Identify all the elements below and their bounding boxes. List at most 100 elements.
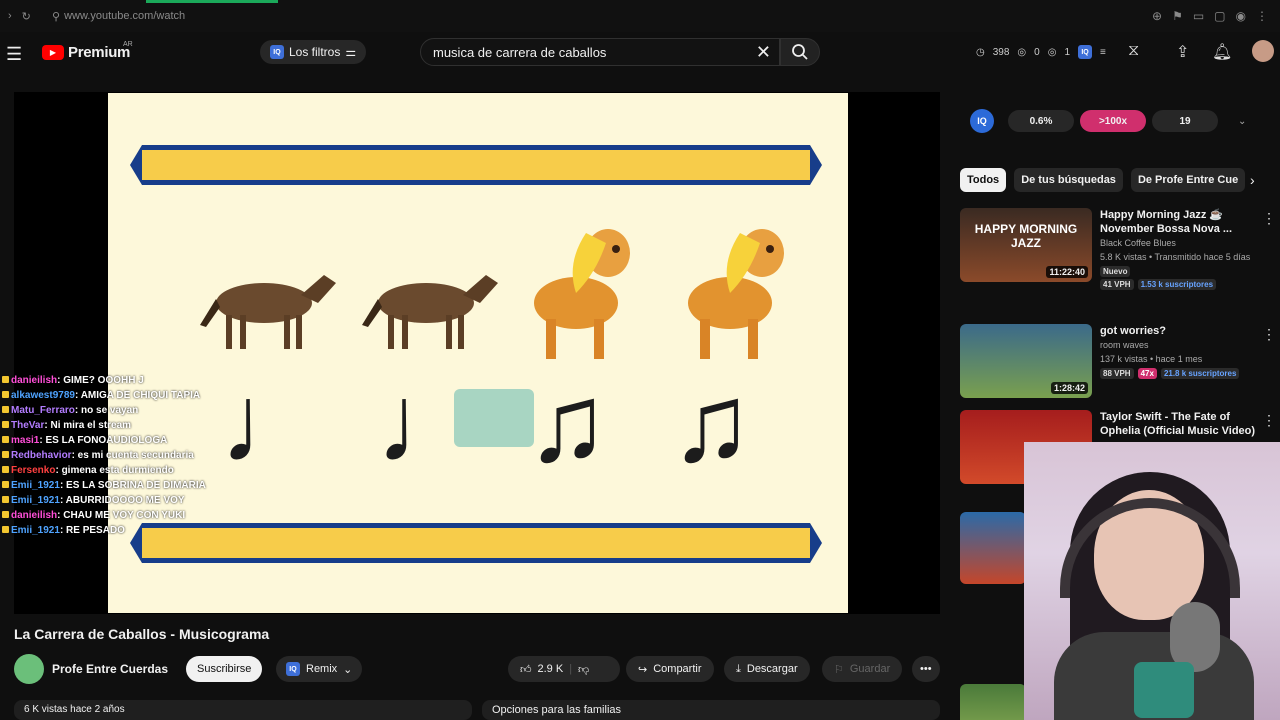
search-button[interactable] (780, 38, 820, 66)
clock-icon: ◷ (976, 46, 985, 58)
logo-region: AR (123, 41, 133, 48)
suggestion-title[interactable]: Taylor Swift - The Fate of Ophelia (Offi… (1100, 410, 1260, 438)
profile-icon[interactable]: ◉ (1236, 9, 1246, 23)
share-button[interactable]: ↪ Compartir (626, 656, 714, 682)
chat-username: Emii_1921 (11, 480, 60, 491)
eye-icon: ◎ (1017, 46, 1027, 58)
chip-todos[interactable]: Todos (960, 168, 1007, 192)
chat-username: Matu_Ferraro (11, 405, 75, 416)
eye2-icon: ◎ (1047, 46, 1057, 58)
search-input[interactable]: musica de carrera de caballos ✕ (420, 38, 780, 66)
video-thumbnail[interactable] (960, 512, 1026, 584)
multiplier-badge: 47x (1137, 368, 1157, 379)
chat-text: : CHAU ME VOY CON YUKI (57, 510, 186, 521)
window-icon[interactable]: ▢ (1214, 9, 1225, 23)
browser-icons: ⊕ ⚑ ▭ ▢ ◉ ⋮ (1152, 9, 1268, 23)
divider: | (569, 663, 573, 675)
description-box[interactable]: 6 K vistas hace 2 años (14, 700, 472, 720)
youtube-logo[interactable]: ▶ Premium (42, 44, 130, 61)
suggestion-title[interactable]: Happy Morning Jazz ☕ November Bossa Nova… (1100, 208, 1260, 236)
more-options-icon[interactable]: ⋮ (1262, 326, 1276, 343)
chat-username: Redbehavior (11, 450, 72, 461)
suggestion-title[interactable]: got worries? (1100, 324, 1260, 338)
thumbs-up-icon[interactable]: 👍︎ (520, 663, 532, 676)
active-tab-indicator (146, 0, 278, 3)
video-thumbnail[interactable] (960, 684, 1026, 720)
download-button[interactable]: ⤓ Descargar (724, 656, 810, 682)
like-dislike-group[interactable]: 👍︎ 2.9 K | 👎︎ (508, 656, 620, 682)
chip-channel[interactable]: De Profe Entre Cue (1130, 168, 1246, 192)
clear-search-icon[interactable]: ✕ (756, 42, 771, 63)
chat-badge-icon (2, 481, 9, 488)
pony-icon (534, 229, 630, 359)
suggested-video[interactable]: 1:28:42 got worries? room waves 137 k vi… (960, 324, 1270, 398)
video-title: La Carrera de Caballos - Musicograma (14, 626, 270, 642)
address-bar[interactable]: www.youtube.com/watch (64, 10, 185, 22)
more-options-icon[interactable]: ⋮ (1262, 412, 1276, 429)
subs-badge: 1.53 k suscriptores (1137, 279, 1217, 290)
cast-icon[interactable]: ▭ (1193, 9, 1204, 23)
iq-ext-icon[interactable]: IQ (1078, 45, 1093, 59)
reload-icon[interactable]: ↻ (22, 10, 31, 23)
notifications-bell-icon[interactable]: 🔔︎ (1212, 42, 1232, 62)
suggested-video[interactable]: HAPPY MORNING JAZZ 11:22:40 Happy Mornin… (960, 208, 1270, 290)
chat-text: : Ni mira el stream (44, 420, 132, 431)
chat-text: : gimena esta durmiendo (55, 465, 174, 476)
more-options-icon[interactable]: ⋮ (1262, 210, 1276, 227)
subscribe-button[interactable]: Suscribirse (186, 656, 263, 682)
remix-button[interactable]: IQ Remix ⌄ (276, 656, 363, 682)
suggestion-channel[interactable]: Black Coffee Blues (1100, 236, 1260, 250)
account-avatar[interactable] (1252, 40, 1274, 62)
save-button[interactable]: ⚐ Guardar (822, 656, 903, 682)
quarter-note-icon: ♩ (220, 362, 330, 485)
chat-message: masi1: ES LA FONOAUDIOLOGA (2, 434, 208, 447)
chat-badge-icon (2, 436, 9, 443)
hamburger-menu-icon[interactable]: ☰ (6, 44, 22, 65)
iq-logo[interactable]: IQ (970, 109, 994, 133)
more-actions-button[interactable]: ••• (912, 656, 940, 682)
chat-text: : ABURRIDOOOO ME VOY (59, 495, 185, 506)
search-value: musica de carrera de caballos (433, 44, 607, 60)
list-icon[interactable]: ≡ (1100, 47, 1106, 58)
upload-icon[interactable]: ⇪ (1176, 42, 1189, 62)
top-banner (130, 145, 822, 185)
eighth-notes-icon: ♫ (526, 362, 609, 485)
zoom-icon[interactable]: ⊕ (1152, 9, 1162, 23)
webcam-overlay (1024, 442, 1280, 720)
chat-message: danieilish: CHAU ME VOY CON YUKI (2, 509, 208, 522)
eighth-notes-icon: ♫ (670, 362, 753, 485)
chat-username: Fersenko (11, 465, 56, 476)
chevron-down-icon[interactable]: ⌄ (1238, 116, 1246, 127)
video-thumbnail[interactable]: 1:28:42 (960, 324, 1092, 398)
chat-badge-icon (2, 451, 9, 458)
chat-badge-icon (2, 421, 9, 428)
like-count: 2.9 K (537, 663, 564, 675)
menu-icon[interactable]: ⋮ (1256, 9, 1268, 23)
extension-icon[interactable]: ⚑ (1172, 9, 1183, 23)
secure-icon: ⚲ (52, 10, 61, 23)
suggestion-channel[interactable]: room waves (1100, 338, 1260, 352)
sliders-icon: ⚌ (345, 45, 357, 59)
phone-icon (1134, 662, 1194, 718)
channel-avatar[interactable] (14, 654, 44, 684)
vph-badge: 88 VPH (1100, 368, 1134, 379)
chevron-right-icon[interactable]: › (1250, 172, 1255, 188)
description-meta: 6 K vistas hace 2 años (24, 704, 125, 715)
subs-badge: 21.8 k suscriptores (1160, 368, 1240, 379)
stat-b: 1 (1064, 46, 1071, 58)
hourglass-icon[interactable]: ⧖ (1128, 42, 1139, 60)
iq-ratio: >100x (1080, 110, 1146, 132)
chip-tus-busquedas[interactable]: De tus búsquedas (1014, 168, 1123, 192)
family-options[interactable]: Opciones para las familias (482, 700, 940, 720)
chat-text: : RE PESADO (59, 525, 125, 536)
channel-info[interactable]: Profe Entre Cuerdas (14, 654, 168, 684)
filters-button[interactable]: IQ Los filtros ⚌ (260, 40, 367, 64)
filters-label: Los filtros (289, 45, 341, 59)
chat-message: Emii_1921: RE PESADO (2, 524, 208, 537)
channel-name[interactable]: Profe Entre Cuerdas (52, 662, 168, 676)
new-badge: Nuevo (1100, 266, 1131, 277)
back-icon[interactable]: › (8, 10, 12, 23)
video-thumbnail[interactable]: HAPPY MORNING JAZZ 11:22:40 (960, 208, 1092, 282)
thumbs-down-icon[interactable]: 👎︎ (578, 663, 589, 676)
play-logo-icon: ▶ (42, 45, 64, 60)
